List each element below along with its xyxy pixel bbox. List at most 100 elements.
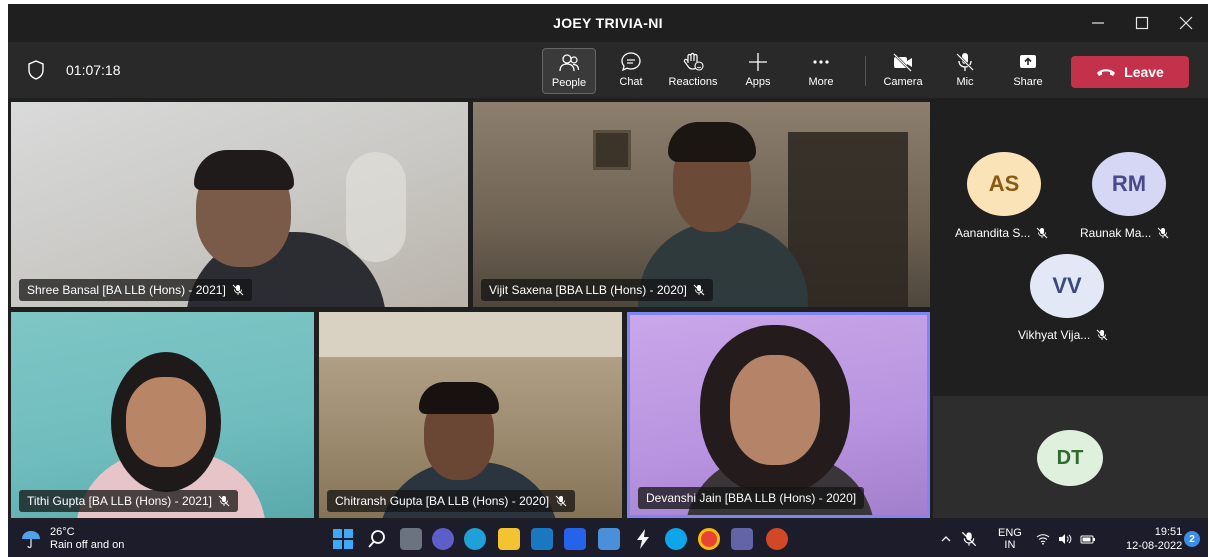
camera-off-icon [893,53,912,72]
roster-name-rm: Raunak Ma... [1080,226,1169,240]
chevron-up-icon [941,535,951,541]
meeting-toolbar: 01:07:18 People Chat Reactions Apps More… [8,42,1208,98]
roster-name: Raunak Ma... [1080,226,1152,240]
more-button[interactable]: More [794,48,848,94]
teams-chat-icon[interactable] [432,528,454,550]
avatar-rm[interactable]: RM [1092,152,1166,216]
teams-icon[interactable] [731,528,753,550]
task-view-icon[interactable] [400,528,422,550]
language-indicator[interactable]: ENG IN [998,520,1022,557]
notification-badge[interactable]: 2 [1184,531,1200,547]
people-button[interactable]: People [542,48,596,94]
reactions-button[interactable]: Reactions [666,48,720,94]
raise-hand-icon [683,52,704,71]
battery-icon [1080,535,1095,543]
mic-label: Mic [956,76,974,88]
mic-button[interactable]: Mic [938,48,992,94]
clock-date: 12-08-2022 [1126,540,1183,552]
participant-name-tag: Chitransh Gupta [BA LLB (Hons) - 2020] [327,490,576,512]
search-icon[interactable] [366,528,388,550]
edge-browser-icon[interactable] [464,528,486,550]
shield-icon[interactable] [28,60,44,80]
taskbar-clock[interactable]: 19:51 12-08-2022 [1126,525,1182,553]
participant-name: Vijit Saxena [BBA LLB (Hons) - 2020] [489,283,687,297]
more-options-icon [813,60,829,64]
weather-temp: 26°C [50,526,75,538]
share-screen-icon [1020,55,1036,68]
mic-off-icon [218,495,230,507]
tray-status-icons[interactable] [1036,520,1096,557]
magnifier-icon [368,530,385,548]
close-button[interactable] [1164,4,1208,42]
background-object [346,152,406,262]
winamp-icon[interactable] [632,528,654,550]
minimize-button[interactable] [1076,4,1120,42]
participant-hair [668,122,756,162]
maximize-button[interactable] [1120,4,1164,42]
wall-frame [593,130,631,170]
windows-taskbar: 26°C Rain off and on ENG IN 19:51 12-08-… [8,520,1208,557]
windows-logo-icon [333,529,353,549]
video-tile-shree[interactable]: Shree Bansal [BA LLB (Hons) - 2021] [11,102,468,307]
weather-widget[interactable]: 26°C Rain off and on [20,525,124,553]
camera-label: Camera [883,76,923,88]
roster-name-as: Aanandita S... [955,226,1048,240]
video-tile-tithi[interactable]: Tithi Gupta [BA LLB (Hons) - 2021] [11,312,314,518]
chat-button[interactable]: Chat [604,48,658,94]
mic-off-icon [956,53,974,71]
toolbar-separator [865,56,866,86]
close-icon [1179,16,1193,30]
skype-icon[interactable] [665,528,687,550]
avatar-dt: DT [1037,430,1103,486]
video-tile-devanshi[interactable]: Devanshi Jain [BBA LLB (Hons) - 2020] [627,312,930,518]
tray-mic-muted[interactable] [961,520,977,557]
minimize-icon [1092,22,1104,24]
lightning-icon [637,529,649,549]
people-label: People [551,77,587,89]
chat-icon [621,52,641,72]
clock-time: 19:51 [1154,526,1183,538]
participant-hair [194,150,294,190]
mic-off-icon [961,531,977,546]
reactions-label: Reactions [668,76,718,88]
teams-meeting-window: JOEY TRIVIA-NI 01:07:18 People Chat Reac… [8,4,1208,520]
mic-off-icon [1158,227,1169,239]
video-tile-dt[interactable]: DT [933,396,1208,518]
participant-face [730,355,820,465]
microsoft-store-icon[interactable] [564,528,586,550]
leave-button[interactable]: Leave [1071,56,1189,88]
roster-name-vv: Vikhyat Vija... [1018,328,1108,342]
share-button[interactable]: Share [1001,48,1055,94]
file-explorer-icon[interactable] [498,528,520,550]
participant-name: Tithi Gupta [BA LLB (Hons) - 2021] [27,494,212,508]
participant-name-tag: Devanshi Jain [BBA LLB (Hons) - 2020] [638,487,865,509]
camera-button[interactable]: Camera [876,48,930,94]
participant-name: Chitransh Gupta [BA LLB (Hons) - 2020] [335,494,550,508]
participant-hair [419,382,499,414]
apps-button[interactable]: Apps [731,48,785,94]
participant-roster: AS Aanandita S... RM Raunak Ma... VV Vik… [933,102,1208,391]
mic-off-icon [1096,329,1108,341]
leave-label: Leave [1124,64,1164,80]
mail-icon[interactable] [531,528,553,550]
share-label: Share [1013,76,1043,88]
chrome-icon[interactable] [698,528,720,550]
language-top: ENG [998,526,1022,539]
photos-icon[interactable] [598,528,620,550]
meeting-title: JOEY TRIVIA-NI [553,15,663,31]
mic-off-icon [693,284,705,296]
speaker-icon [1059,533,1072,544]
video-tile-chitransh[interactable]: Chitransh Gupta [BA LLB (Hons) - 2020] [319,312,622,518]
video-tile-vijit[interactable]: Vijit Saxena [BBA LLB (Hons) - 2020] [473,102,930,307]
avatar-as[interactable]: AS [967,152,1041,216]
tray-overflow-chevron[interactable] [940,520,952,557]
participant-name-tag: Shree Bansal [BA LLB (Hons) - 2021] [19,279,252,301]
mic-off-icon [1037,227,1048,239]
plus-icon [749,53,767,71]
windows-start-icon[interactable] [332,528,354,550]
meeting-timer: 01:07:18 [66,62,121,78]
powerpoint-icon[interactable] [766,528,788,550]
avatar-vv[interactable]: VV [1030,254,1104,318]
wifi-icon [1036,533,1050,545]
title-bar: JOEY TRIVIA-NI [8,4,1208,42]
